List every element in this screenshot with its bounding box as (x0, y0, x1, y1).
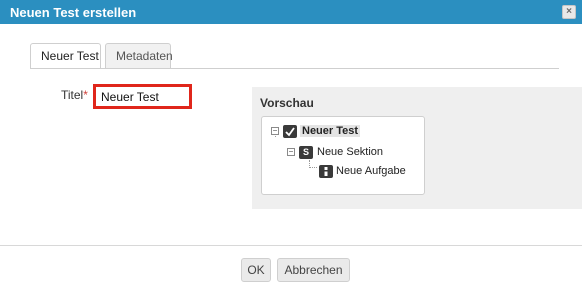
tab-neuer-test[interactable]: Neuer Test (30, 43, 101, 69)
collapse-section-icon[interactable]: − (287, 148, 295, 156)
collapse-root-icon[interactable]: − (271, 127, 279, 135)
task-icon (319, 165, 333, 178)
preview-tree: − Neuer Test − S Neue Sektion Neue Aufga… (261, 116, 425, 195)
close-icon[interactable]: × (562, 5, 576, 19)
footer-divider (0, 245, 582, 246)
title-field-label: Titel* (61, 88, 88, 102)
preview-panel: Vorschau − Neuer Test − S Neue Sektion N… (252, 87, 582, 209)
tree-root-label[interactable]: Neuer Test (300, 125, 361, 137)
tab-metadaten[interactable]: Metadaten (105, 43, 173, 69)
tree-connector (309, 160, 317, 168)
tree-item-label[interactable]: Neue Aufgabe (336, 165, 406, 177)
tab-divider (30, 68, 559, 69)
dialog-title: Neuen Test erstellen (10, 5, 137, 20)
tree-connector (275, 136, 276, 137)
dialog-titlebar: Neuen Test erstellen × (0, 0, 582, 24)
cancel-button[interactable]: Abbrechen (277, 258, 350, 282)
test-icon (283, 125, 297, 138)
preview-heading: Vorschau (260, 96, 314, 110)
required-marker: * (83, 88, 88, 102)
ok-button[interactable]: OK (241, 258, 271, 282)
tree-section-label[interactable]: Neue Sektion (317, 146, 383, 158)
section-icon: S (299, 146, 313, 159)
title-input[interactable] (93, 84, 192, 109)
title-label-text: Titel (61, 88, 84, 102)
